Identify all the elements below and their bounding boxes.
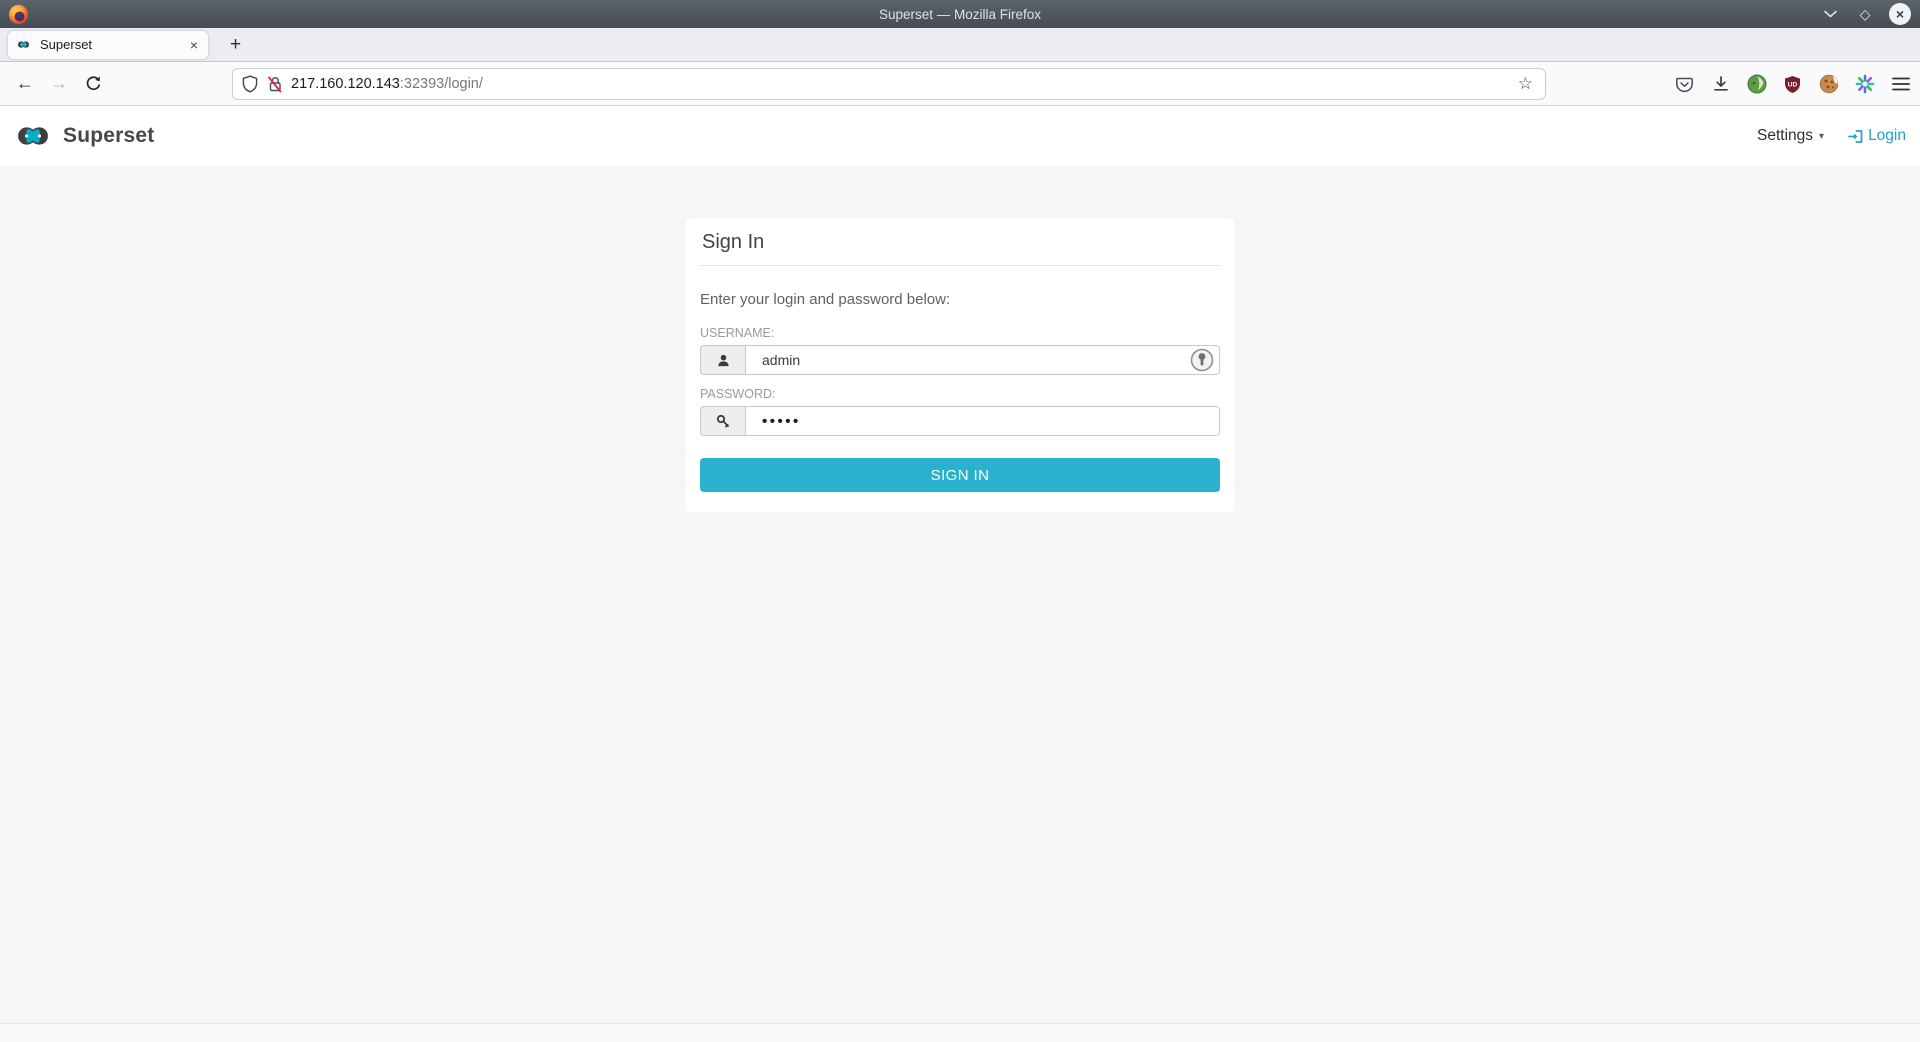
maximize-button[interactable]: ◇ xyxy=(1854,3,1876,25)
new-tab-button[interactable]: + xyxy=(222,34,249,56)
tab-close-icon[interactable]: × xyxy=(187,37,201,53)
close-button[interactable]: × xyxy=(1889,3,1911,25)
firefox-logo-icon xyxy=(8,4,29,25)
username-label: USERNAME: xyxy=(700,326,1220,340)
url-text: 217.160.120.143:32393/login/ xyxy=(291,76,1515,92)
browser-tab[interactable]: Superset × xyxy=(8,31,208,59)
tab-strip: Superset × + xyxy=(0,28,1920,62)
window-controls: ◇ × xyxy=(1819,3,1920,25)
settings-label: Settings xyxy=(1757,127,1813,145)
navbar-right: Settings ▾ Login xyxy=(1757,127,1906,145)
download-icon[interactable] xyxy=(1709,73,1732,96)
tab-title: Superset xyxy=(40,37,187,52)
url-path: :32393/login/ xyxy=(400,76,483,92)
browser-toolbar: ← → 217.160.120.143:32393/login/ ☆ xyxy=(0,62,1920,106)
username-group xyxy=(700,345,1220,375)
insecure-lock-icon[interactable] xyxy=(267,75,283,93)
login-label: Login xyxy=(1868,127,1906,145)
pocket-save-icon[interactable] xyxy=(1673,73,1696,96)
ublock-shield-extension-icon[interactable]: UD xyxy=(1781,73,1804,96)
brand-text: Superset xyxy=(63,124,154,148)
password-input[interactable] xyxy=(745,406,1220,436)
sparkle-extension-icon[interactable] xyxy=(1853,73,1876,96)
url-bar[interactable]: 217.160.120.143:32393/login/ ☆ xyxy=(232,68,1546,100)
page-footer xyxy=(0,1023,1920,1042)
password-group xyxy=(700,406,1220,436)
url-host: 217.160.120.143 xyxy=(291,76,400,92)
hamburger-menu-icon[interactable] xyxy=(1889,73,1912,96)
forward-button[interactable]: → xyxy=(42,69,76,99)
window-titlebar: Superset — Mozilla Firefox ◇ × xyxy=(0,0,1920,28)
username-input[interactable] xyxy=(745,345,1220,375)
tab-favicon-superset-icon xyxy=(15,39,32,50)
login-instruction: Enter your login and password below: xyxy=(700,291,1220,308)
superset-logo-icon xyxy=(10,123,56,149)
sign-in-button[interactable]: SIGN IN xyxy=(700,458,1220,492)
sign-in-panel: Sign In Enter your login and password be… xyxy=(686,218,1234,512)
chevron-down-icon: ▾ xyxy=(1819,131,1824,142)
login-link[interactable]: Login xyxy=(1848,127,1906,145)
firefox-window: Superset — Mozilla Firefox ◇ × Superset … xyxy=(0,0,1920,1042)
password-manager-extension-icon[interactable] xyxy=(1190,348,1214,372)
svg-text:UD: UD xyxy=(1788,81,1798,88)
settings-menu[interactable]: Settings ▾ xyxy=(1757,127,1824,145)
reload-button[interactable] xyxy=(76,69,110,99)
window-title: Superset — Mozilla Firefox xyxy=(0,7,1920,22)
bookmark-star-icon[interactable]: ☆ xyxy=(1515,74,1536,94)
password-label: PASSWORD: xyxy=(700,387,1220,401)
sign-in-door-icon xyxy=(1848,129,1864,144)
page-content: Sign In Enter your login and password be… xyxy=(0,166,1920,1042)
superset-brand[interactable]: Superset xyxy=(10,123,154,149)
tracking-protection-shield-icon[interactable] xyxy=(242,75,258,93)
cookie-extension-icon[interactable] xyxy=(1817,73,1840,96)
privacy-badger-extension-icon[interactable] xyxy=(1745,73,1768,96)
minimize-button[interactable] xyxy=(1819,3,1841,25)
panel-title: Sign In xyxy=(700,218,1220,266)
back-button[interactable]: ← xyxy=(8,69,42,99)
user-icon xyxy=(700,345,745,375)
toolbar-extensions: UD xyxy=(1673,62,1914,106)
key-icon xyxy=(700,406,745,436)
superset-navbar: Superset Settings ▾ Login xyxy=(0,106,1920,166)
